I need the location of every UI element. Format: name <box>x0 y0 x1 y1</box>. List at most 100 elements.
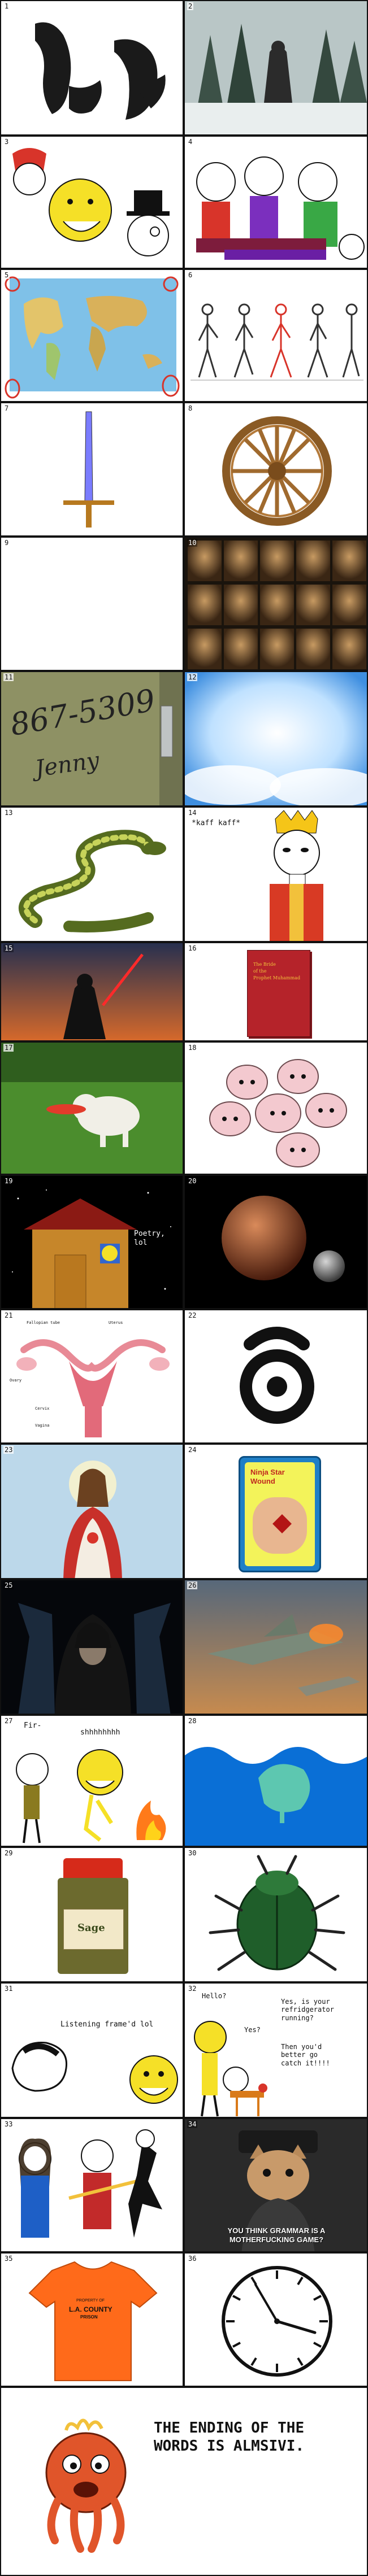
egg-cluster-creatures <box>209 1059 347 1167</box>
book-title-line-2: of the <box>253 969 267 974</box>
wall-clock <box>222 2266 332 2377</box>
panel-number: 15 <box>3 944 14 952</box>
label-cervix: Cervix <box>35 1406 50 1411</box>
panel-number: 36 <box>187 2255 198 2263</box>
panel-number: 31 <box>3 1985 14 1993</box>
product-package: Ninja Star Wound <box>239 1456 321 1572</box>
shirt-text-small: PROPERTY OF <box>76 2299 105 2303</box>
panel-13: 13 <box>0 807 184 942</box>
glyph-symbol <box>240 1327 314 1424</box>
repeated-face-grid <box>188 541 366 669</box>
caption-hello: Hello? <box>202 1992 227 2000</box>
religious-portrait <box>1 1445 183 1578</box>
panel-number: 9 <box>3 539 10 547</box>
panel-number: 1 <box>3 2 10 10</box>
panel-25: 25 <box>0 1579 184 1715</box>
snake-drawing <box>19 830 166 932</box>
caption-question: Yes, is your refridgerator running? <box>281 1998 334 2022</box>
panel-number: 16 <box>187 944 198 952</box>
panel-23: 23 <box>0 1444 184 1579</box>
panel-number: 4 <box>187 138 194 146</box>
rage-faces-crowd <box>196 156 365 260</box>
hooded-figure <box>1 1580 183 1714</box>
panel-16: 16 The Bride of the Prophet Muhammad <box>184 942 368 1041</box>
panel-31: 31 Listening frame'd lol <box>0 1982 184 2118</box>
panel-number: 19 <box>3 1177 14 1185</box>
three-figures <box>19 2129 162 2238</box>
panel-9: 9 <box>0 537 184 671</box>
world-map <box>5 276 180 399</box>
caption-yes: Yes? <box>244 2026 261 2034</box>
walking-figures-diagram <box>191 303 363 381</box>
caption-shhh: shhhhhhhh <box>80 1728 120 1737</box>
panel-1: 1 <box>0 0 184 136</box>
jar-label: Sage <box>77 1922 105 1934</box>
panel-number: 3 <box>3 138 10 146</box>
book-title-line-1: The Bride <box>253 962 276 967</box>
panel-15: 15 <box>0 942 184 1041</box>
panel-number: 6 <box>187 271 194 279</box>
panel-32: 32 Hello? Yes, is your refridgerator run… <box>184 1982 368 2118</box>
heavenly-clouds <box>185 672 367 805</box>
rage-faces-drawing <box>12 148 170 256</box>
snowy-forest-scene <box>185 1 367 134</box>
octopus-creature <box>45 2418 127 2553</box>
panel-number: 13 <box>3 809 14 817</box>
panel-number: 28 <box>187 1717 198 1725</box>
panel-number: 23 <box>3 1446 14 1454</box>
panel-14: 14 *kaff kaff* <box>184 807 368 942</box>
panel-number: 33 <box>3 2120 14 2128</box>
panel-29: 29 Sage <box>0 1847 184 1982</box>
panel-number: 26 <box>187 1581 198 1589</box>
panel-22: 22 <box>184 1309 368 1444</box>
panel-number: 7 <box>3 404 10 412</box>
anatomy-diagram <box>16 1339 170 1437</box>
panel-19: 19 Poetry, lol <box>0 1175 184 1309</box>
shirt-text-sub: PRISON <box>80 2315 98 2320</box>
panel-26: 26 <box>184 1579 368 1715</box>
panel-28: 28 <box>184 1715 368 1847</box>
panel-number: 14 <box>187 809 198 817</box>
panel-8: 8 <box>184 402 368 537</box>
beetle <box>209 1855 345 1971</box>
panel-7: 7 <box>0 402 184 537</box>
package-subtitle: Wound <box>250 1477 275 1485</box>
caption-kaff: *kaff kaff* <box>192 819 241 827</box>
panel-number: 11 <box>3 673 14 681</box>
panel-number: 21 <box>3 1311 14 1319</box>
panel-number: 34 <box>187 2120 198 2128</box>
panel-number: 29 <box>3 1849 14 1857</box>
panel-20: 20 <box>184 1175 368 1309</box>
panel-number: 12 <box>187 673 198 681</box>
panel-12: 12 <box>184 671 368 807</box>
panel-number: 2 <box>187 2 194 10</box>
panel-number: 30 <box>187 1849 198 1857</box>
panel-number: 5 <box>3 271 10 279</box>
panel-18: 18 <box>184 1041 368 1175</box>
dark-shapes-drawing <box>35 22 166 120</box>
panel-number: 32 <box>187 1985 198 1993</box>
panel-3: 3 <box>0 136 184 269</box>
panel-11: 11 867-5309 Jenny <box>0 671 184 807</box>
label-ovary: Ovary <box>10 1378 22 1383</box>
listening-meme-faces <box>11 2042 178 2104</box>
panel-21: 21 Fallopian tube Uterus Ovary Cervix Va… <box>0 1309 184 1444</box>
dog-with-frisbee <box>1 1043 183 1174</box>
planets <box>185 1176 367 1308</box>
panel-34: 34 YOU THINK GRAMMAR IS A MOTHERFUCKING … <box>184 2118 368 2252</box>
book-title-line-3: Prophet Muhammad <box>253 975 301 980</box>
panel-number: 35 <box>3 2255 14 2263</box>
label-fallopian-tube: Fallopian tube <box>27 1320 60 1325</box>
grammar-caption: YOU THINK GRAMMAR IS A MOTHERFUCKING GAM… <box>227 2226 326 2244</box>
orange-shirt <box>28 2261 158 2381</box>
panel-number: 25 <box>3 1581 14 1589</box>
panel-4: 4 <box>184 136 368 269</box>
spice-jar: Sage <box>58 1878 128 1974</box>
aerial-dogfight <box>185 1580 367 1714</box>
caption-listening-frame: Listening frame'd lol <box>60 2020 154 2029</box>
sci-fi-battle-scene <box>1 943 183 1040</box>
coughing-king-face <box>270 810 323 941</box>
panel-ending: THE ENDING OF THE WORDS IS ALMSIVI. <box>0 2387 368 2576</box>
panel-number: 27 <box>3 1717 14 1725</box>
panel-number: 17 <box>3 1044 14 1052</box>
